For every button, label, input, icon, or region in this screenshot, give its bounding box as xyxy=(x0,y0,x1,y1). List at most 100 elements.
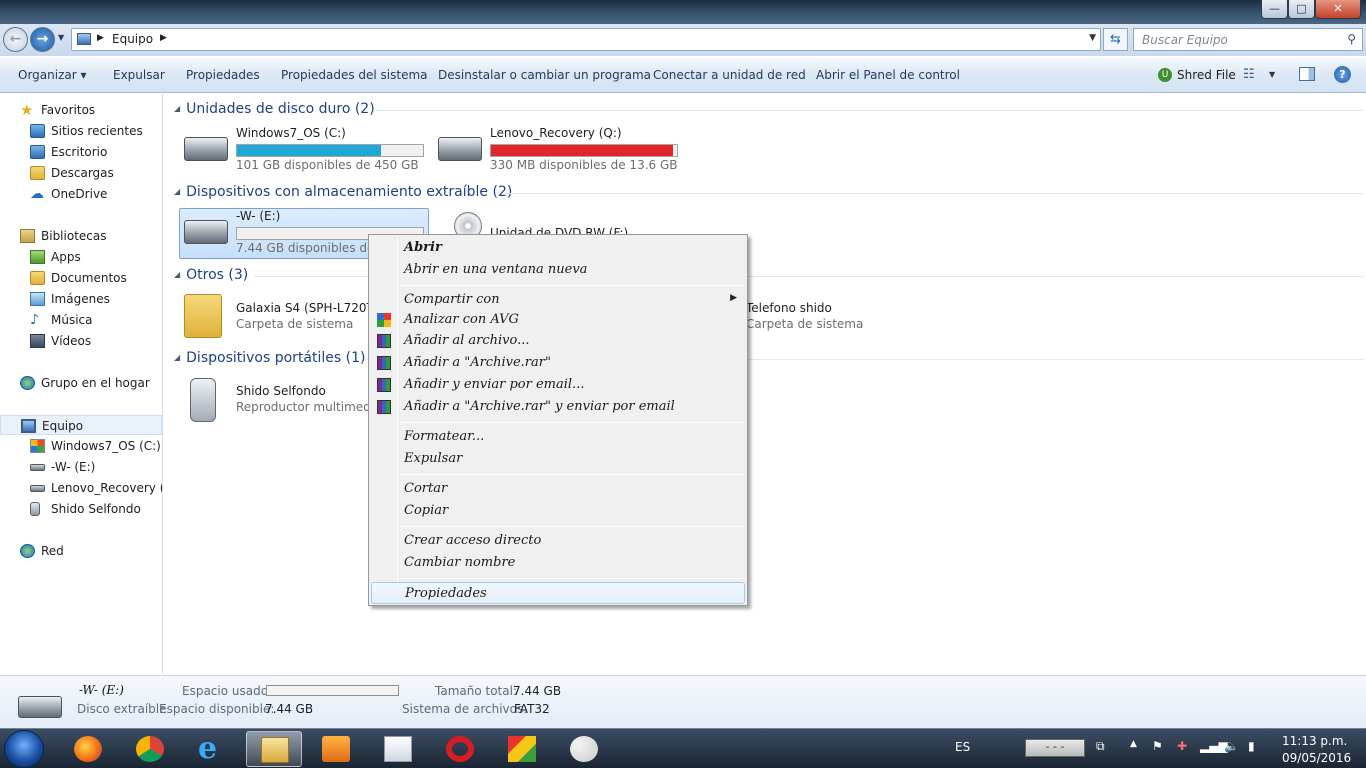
shido-tile[interactable]: Shido Selfondo Reproductor multimedia xyxy=(180,376,381,426)
minimize-button[interactable]: — xyxy=(1261,0,1288,19)
nav-label: Escritorio xyxy=(51,145,108,159)
capacity-bar xyxy=(490,144,678,157)
tray-connect-icon[interactable]: ⧉ xyxy=(1096,739,1105,754)
preview-pane-icon[interactable] xyxy=(1299,67,1315,81)
language-indicator[interactable]: ES xyxy=(955,740,970,754)
organizar-button[interactable]: Organizar ▾ xyxy=(18,68,87,82)
taskbar-chrome[interactable] xyxy=(122,731,178,767)
nav-equipo[interactable]: Equipo xyxy=(0,415,162,435)
menu-item-anadir-rar-email[interactable]: Añadir a "Archive.rar" y enviar por emai… xyxy=(371,396,745,418)
maximize-button[interactable]: □ xyxy=(1288,0,1315,19)
taskbar-explorer[interactable] xyxy=(246,731,302,767)
views-icon[interactable]: ☷ xyxy=(1243,67,1259,83)
nav-documentos[interactable]: Documentos xyxy=(0,268,162,288)
taskbar-media[interactable] xyxy=(308,731,364,767)
alert-icon[interactable]: ✚ xyxy=(1177,739,1187,753)
close-button[interactable]: ✕ xyxy=(1315,0,1361,19)
clock-time[interactable]: 11:13 p.m. xyxy=(1282,734,1347,748)
panel-control-button[interactable]: Abrir el Panel de control xyxy=(816,68,960,82)
group-header-extraibles[interactable]: ◢ Dispositivos con almacenamiento extraíb… xyxy=(174,184,512,200)
nav-red[interactable]: Red xyxy=(0,541,162,561)
internet-explorer-icon: e xyxy=(198,731,218,766)
nav-onedrive[interactable]: ☁ OneDrive xyxy=(0,184,162,204)
collapse-icon[interactable]: ◢ xyxy=(174,353,180,362)
group-header-discos[interactable]: ◢ Unidades de disco duro (2) xyxy=(174,101,375,117)
group-header-otros[interactable]: ◢ Otros (3) xyxy=(174,267,248,283)
nav-apps[interactable]: Apps xyxy=(0,247,162,267)
volume-icon[interactable]: 🔈 xyxy=(1224,739,1239,753)
menu-item-propiedades[interactable]: Propiedades xyxy=(371,582,745,604)
nav-shido[interactable]: Shido Selfondo xyxy=(0,499,162,519)
battery-icon[interactable]: ▮ xyxy=(1248,739,1255,753)
taskbar-firefox[interactable] xyxy=(60,731,116,767)
menu-item-abrir-nueva[interactable]: Abrir en una ventana nueva xyxy=(371,259,745,281)
nav-videos[interactable]: Vídeos xyxy=(0,331,162,351)
tray-widget[interactable]: - - - xyxy=(1025,739,1085,757)
conectar-unidad-red-button[interactable]: Conectar a unidad de red xyxy=(653,68,806,82)
menu-item-copiar[interactable]: Copiar xyxy=(371,500,745,522)
nav-grupo-hogar[interactable]: Grupo en el hogar xyxy=(0,373,162,393)
nav-favoritos[interactable]: ★ Favoritos xyxy=(0,100,162,120)
taskbar-opera[interactable] xyxy=(432,731,488,767)
menu-item-compartir[interactable]: Compartir con ▶ xyxy=(371,289,745,311)
propiedades-sistema-button[interactable]: Propiedades del sistema xyxy=(281,68,428,82)
menu-item-formatear[interactable]: Formatear... xyxy=(371,426,745,448)
shred-icon[interactable]: U xyxy=(1158,68,1172,82)
drive-q-tile[interactable]: Lenovo_Recovery (Q:) 330 MB disponibles … xyxy=(434,126,684,176)
address-dropdown-icon[interactable]: ▼ xyxy=(1089,33,1096,43)
group-header-portatiles[interactable]: ◢ Dispositivos portátiles (1) xyxy=(174,350,365,366)
menu-item-anadir-archivo[interactable]: Añadir al archivo... xyxy=(371,330,745,352)
nav-sitios-recientes[interactable]: Sitios recientes xyxy=(0,121,162,141)
taskbar-ie[interactable]: e xyxy=(184,731,240,767)
drive-c-tile[interactable]: Windows7_OS (C:) 101 GB disponibles de 4… xyxy=(180,126,430,176)
help-icon[interactable]: ? xyxy=(1334,66,1351,83)
chevron-right-icon[interactable]: ▶ xyxy=(97,33,104,43)
nav-bibliotecas[interactable]: Bibliotecas xyxy=(0,226,162,246)
galaxia-tile[interactable]: Galaxia S4 (SPH-L720T) Carpeta de sistem… xyxy=(180,294,380,344)
device-name: Galaxia S4 (SPH-L720T) xyxy=(236,301,379,315)
refresh-button[interactable]: ⇆ xyxy=(1103,28,1128,51)
expulsar-button[interactable]: Expulsar xyxy=(113,68,165,82)
nav-descargas[interactable]: Descargas xyxy=(0,163,162,183)
content-pane: ◢ Unidades de disco duro (2) Windows7_OS … xyxy=(164,94,1366,674)
nav-escritorio[interactable]: Escritorio xyxy=(0,142,162,162)
collapse-icon[interactable]: ◢ xyxy=(174,270,180,279)
clock-date[interactable]: 09/05/2016 xyxy=(1282,751,1351,765)
menu-item-abrir[interactable]: Abrir xyxy=(371,237,745,259)
nav-w-drive[interactable]: -W- (E:) xyxy=(0,457,162,477)
menu-item-avg[interactable]: Analizar con AVG xyxy=(371,309,745,331)
nav-imagenes[interactable]: Imágenes xyxy=(0,289,162,309)
forward-button[interactable]: → xyxy=(30,27,55,52)
taskbar-paint[interactable] xyxy=(556,731,612,767)
taskbar-bluestacks[interactable] xyxy=(494,731,550,767)
start-button[interactable] xyxy=(4,730,44,768)
collapse-icon[interactable]: ◢ xyxy=(174,187,180,196)
nav-musica[interactable]: ♪ Música xyxy=(0,310,162,330)
espacio-usado-label: Espacio usado: xyxy=(182,684,273,698)
collapse-icon[interactable]: ◢ xyxy=(174,104,180,113)
search-input[interactable]: Buscar Equipo ⚲ xyxy=(1133,28,1363,51)
desinstalar-button[interactable]: Desinstalar o cambiar un programa xyxy=(438,68,651,82)
computer-icon xyxy=(21,419,36,433)
paint-icon xyxy=(570,736,598,762)
nav-lenovo-drive[interactable]: Lenovo_Recovery (Q: xyxy=(0,478,162,498)
taskbar-app[interactable] xyxy=(370,731,426,767)
address-bar[interactable]: ▶ Equipo ▶ ▼ xyxy=(71,28,1101,51)
folder-icon xyxy=(261,737,289,763)
chevron-right-icon[interactable]: ▶ xyxy=(160,33,167,43)
recent-pages-dropdown-icon[interactable]: ▼ xyxy=(58,33,64,42)
back-button[interactable]: ← xyxy=(3,27,28,52)
breadcrumb-equipo[interactable]: Equipo xyxy=(112,32,153,46)
menu-item-anadir-rar[interactable]: Añadir a "Archive.rar" xyxy=(371,352,745,374)
menu-item-anadir-email[interactable]: Añadir y enviar por email... xyxy=(371,374,745,396)
action-center-flag-icon[interactable]: ⚑ xyxy=(1152,739,1163,753)
views-dropdown-icon[interactable]: ▼ xyxy=(1269,70,1275,79)
shred-file-button[interactable]: Shred File xyxy=(1177,68,1236,82)
menu-item-cambiar-nombre[interactable]: Cambiar nombre xyxy=(371,552,745,574)
show-hidden-icons-icon[interactable]: ▲ xyxy=(1130,739,1137,749)
menu-item-acceso-directo[interactable]: Crear acceso directo xyxy=(371,530,745,552)
menu-item-cortar[interactable]: Cortar xyxy=(371,478,745,500)
nav-windows7-drive[interactable]: Windows7_OS (C:) xyxy=(0,436,162,456)
propiedades-button[interactable]: Propiedades xyxy=(186,68,260,82)
menu-item-expulsar[interactable]: Expulsar xyxy=(371,448,745,470)
